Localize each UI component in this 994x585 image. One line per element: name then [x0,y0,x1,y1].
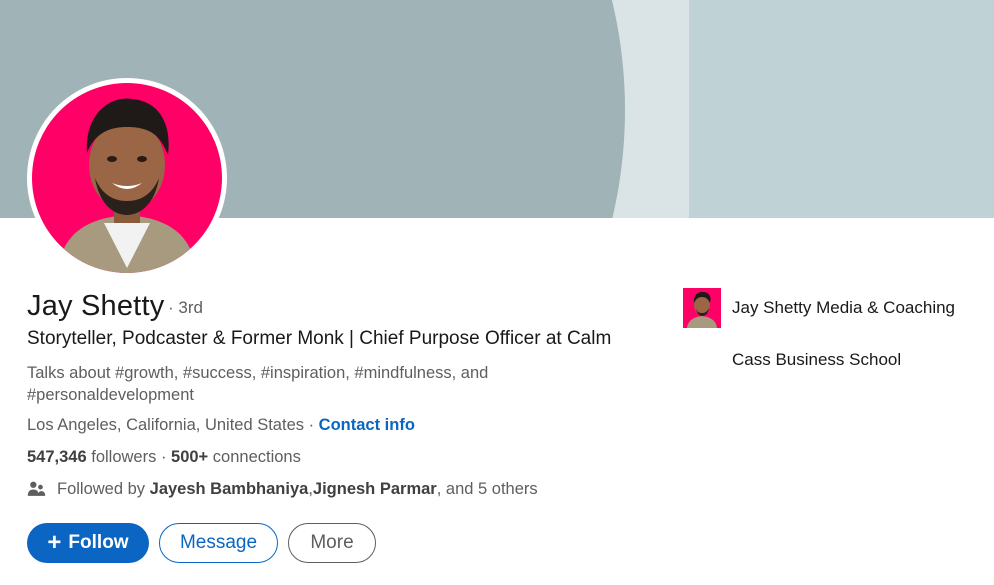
connections-label: connections [208,448,301,466]
followers-count: 547,346 [27,448,87,466]
profile-name: Jay Shetty [27,290,165,322]
message-button[interactable]: Message [159,523,278,563]
follow-label: Follow [68,532,129,553]
followed-person-1: Jayesh Bambhaniya [149,480,309,498]
contact-info-link[interactable]: Contact info [319,416,415,434]
stats-row: 547,346 followers · 500+ connections [27,448,301,467]
connections-count: 500+ [171,448,209,466]
location-separator: · [304,416,319,434]
org-item-current-company[interactable]: Jay Shetty Media & Coaching [683,288,955,328]
followers-label: followers [86,448,157,466]
school-logo [683,340,721,380]
follow-button[interactable]: + Follow [27,523,149,563]
location-row: Los Angeles, California, United States ·… [27,416,415,435]
school-name: Cass Business School [732,350,902,369]
stats-separator: · [156,448,172,466]
plus-icon: + [47,529,62,556]
people-icon [27,481,46,496]
followed-person-2: Jignesh Parmar [312,480,437,498]
location-text: Los Angeles, California, United States [27,416,304,434]
more-button[interactable]: More [288,523,376,563]
followed-by-row[interactable]: Followed by Jayesh Bambhaniya, Jignesh P… [27,480,538,499]
banner-panel [689,0,994,218]
org-item-education[interactable]: Cass Business School [683,340,901,380]
connection-degree: · 3rd [168,298,203,317]
company-logo [683,288,721,328]
profile-headline: Storyteller, Podcaster & Former Monk | C… [27,328,612,349]
profile-avatar[interactable] [27,78,227,278]
followed-prefix: Followed by [57,480,146,498]
company-name: Jay Shetty Media & Coaching [732,298,956,317]
followed-suffix: , and 5 others [436,480,538,498]
talks-about: Talks about #growth, #success, #inspirat… [27,364,489,404]
profile-photo [32,83,222,273]
